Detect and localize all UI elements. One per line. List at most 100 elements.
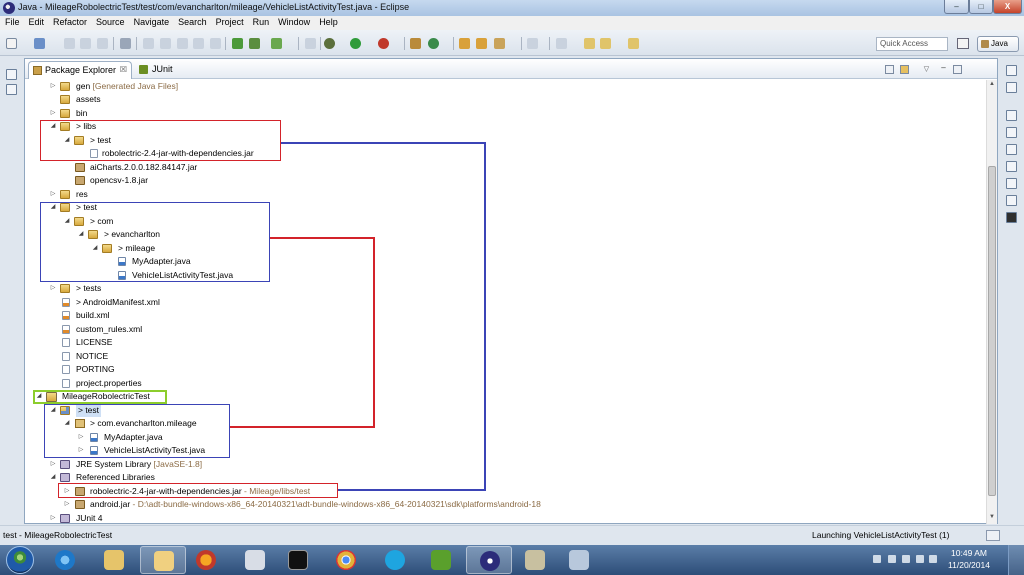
toggle-mark-occurrences-icon[interactable] (527, 38, 538, 49)
expanded-arrow-icon[interactable]: ◢ (63, 417, 71, 430)
skip-breakpoints-icon[interactable] (120, 38, 131, 49)
taskbar-internet-explorer[interactable] (42, 546, 88, 574)
minimize-view-icon[interactable]: – (939, 64, 948, 74)
expanded-arrow-icon[interactable]: ◢ (49, 201, 57, 214)
java-perspective-button[interactable]: Java (977, 36, 1019, 52)
network-icon[interactable] (902, 555, 910, 563)
collapsed-arrow-icon[interactable]: ▷ (63, 485, 71, 498)
taskbar-command-prompt[interactable] (275, 546, 321, 574)
clock-date[interactable]: 11/20/2014 (942, 560, 996, 570)
menu-help[interactable]: Help (314, 16, 342, 30)
problems-icon[interactable] (1006, 127, 1017, 138)
menu-search[interactable]: Search (173, 16, 211, 30)
collapsed-arrow-icon[interactable]: ▷ (63, 498, 71, 511)
taskbar-control-panel[interactable] (556, 546, 602, 574)
clock-time[interactable]: 10:49 AM (942, 548, 996, 558)
use-step-filters-icon[interactable] (210, 38, 221, 49)
status-progress-text[interactable]: Launching VehicleListActivityTest (1) (812, 530, 950, 540)
collapsed-arrow-icon[interactable]: ▷ (49, 80, 57, 93)
step-over-icon[interactable] (160, 38, 171, 49)
menu-file[interactable]: File (0, 16, 24, 30)
print-icon[interactable] (80, 38, 91, 49)
maximize-button[interactable]: □ (969, 0, 993, 14)
volume-icon[interactable] (929, 555, 937, 563)
close-button[interactable]: X (993, 0, 1022, 14)
open-task-icon[interactable] (476, 38, 487, 49)
show-hidden-icons-icon[interactable] (873, 555, 881, 563)
restore-icon[interactable] (6, 69, 17, 80)
tab-junit[interactable]: JUnit (139, 64, 173, 74)
javadoc-icon[interactable] (1006, 144, 1017, 155)
forward-icon[interactable] (628, 38, 639, 49)
menu-navigate[interactable]: Navigate (129, 16, 174, 30)
avd-manager-icon[interactable] (249, 38, 260, 49)
link-with-editor-icon[interactable] (900, 65, 909, 74)
taskbar-firefox[interactable] (183, 546, 229, 574)
expanded-arrow-icon[interactable]: ◢ (35, 390, 43, 403)
scrollbar-thumb[interactable] (988, 166, 996, 496)
properties-icon[interactable] (97, 38, 108, 49)
collapsed-arrow-icon[interactable]: ▷ (49, 188, 57, 201)
taskbar-eclipse[interactable] (466, 546, 512, 574)
expanded-arrow-icon[interactable]: ◢ (63, 215, 71, 228)
last-edit-location-icon[interactable] (584, 38, 595, 49)
taskbar-file-explorer[interactable] (140, 546, 186, 574)
collapsed-arrow-icon[interactable]: ▷ (49, 458, 57, 471)
menu-project[interactable]: Project (211, 16, 248, 30)
view-menu-icon[interactable]: ▽ (922, 65, 931, 74)
collapsed-arrow-icon[interactable]: ▷ (49, 512, 57, 524)
menu-window[interactable]: Window (273, 16, 314, 30)
next-annotation-icon[interactable] (556, 38, 567, 49)
declaration-icon[interactable] (1006, 161, 1017, 172)
taskbar-evernote[interactable] (418, 546, 464, 574)
new-android-project-icon[interactable] (305, 38, 316, 49)
expanded-arrow-icon[interactable]: ◢ (49, 404, 57, 417)
save-all-icon[interactable] (64, 38, 75, 49)
taskbar-snipping-tool[interactable] (232, 546, 278, 574)
vertical-scrollbar[interactable]: ▲ ▼ (986, 80, 997, 524)
collapsed-arrow-icon[interactable]: ▷ (49, 282, 57, 295)
window-title-bar[interactable]: Java - MileageRobolectricTest/test/com/e… (0, 0, 1024, 16)
new-icon[interactable] (6, 38, 17, 49)
android-sdk-manager-icon[interactable] (232, 38, 243, 49)
collapsed-arrow-icon[interactable]: ▷ (77, 431, 85, 444)
menu-edit[interactable]: Edit (24, 16, 49, 30)
new-java-class-icon[interactable] (428, 38, 439, 49)
taskbar-windows-explorer[interactable] (91, 546, 137, 574)
menu-run[interactable]: Run (248, 16, 274, 30)
open-perspective-icon[interactable] (957, 38, 969, 49)
collapsed-arrow-icon[interactable]: ▷ (77, 444, 85, 457)
step-icon[interactable] (143, 38, 154, 49)
open-type-icon[interactable] (459, 38, 470, 49)
taskbar-chrome[interactable] (323, 546, 369, 574)
collapse-all-icon[interactable] (885, 65, 894, 74)
console-icon[interactable] (1006, 195, 1017, 206)
menu-source[interactable]: Source (91, 16, 129, 30)
expanded-arrow-icon[interactable]: ◢ (63, 134, 71, 147)
tab-package-explorer[interactable]: Package Explorer ☒ (28, 61, 132, 79)
scroll-up-icon[interactable]: ▲ (988, 81, 996, 89)
menu-refactor[interactable]: Refactor (48, 16, 91, 30)
step-return-icon[interactable] (177, 38, 188, 49)
restore-icon[interactable] (1006, 65, 1017, 76)
scroll-down-icon[interactable]: ▼ (988, 514, 996, 522)
devices-icon[interactable] (1006, 212, 1017, 223)
maximize-view-icon[interactable] (953, 65, 962, 74)
run-icon[interactable] (350, 38, 361, 49)
taskbar-media-center[interactable] (512, 546, 558, 574)
collapsed-arrow-icon[interactable]: ▷ (49, 107, 57, 120)
search-icon[interactable] (494, 38, 505, 49)
debug-icon[interactable] (324, 38, 335, 49)
new-java-package-icon[interactable] (410, 38, 421, 49)
minimize-button[interactable]: – (944, 0, 969, 14)
start-button[interactable] (6, 546, 34, 574)
minimized-view-icon[interactable] (6, 84, 17, 95)
outline-icon[interactable] (1006, 82, 1017, 93)
show-desktop-button[interactable] (1008, 545, 1024, 575)
close-icon[interactable]: ☒ (120, 65, 127, 74)
restore-icon[interactable] (1006, 110, 1017, 121)
back-icon[interactable] (600, 38, 611, 49)
logcat-icon[interactable] (1006, 178, 1017, 189)
save-icon[interactable] (34, 38, 45, 49)
taskbar-skype[interactable] (372, 546, 418, 574)
